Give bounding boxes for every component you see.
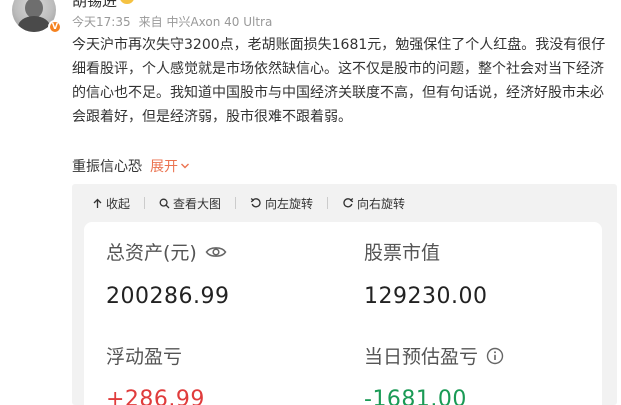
avatar-body (18, 16, 50, 32)
post-source: 来自 中兴Axon 40 Ultra (139, 13, 273, 30)
collapse-icon (93, 198, 102, 208)
image-viewer: 收起 查看大图 向左旋转 向右旋转 总资产(元) 股票市值 200286.99 … (72, 184, 617, 405)
rotate-right-button[interactable]: 向右旋转 (342, 195, 405, 212)
collapse-button[interactable]: 收起 (92, 195, 130, 212)
collapse-label: 收起 (106, 196, 131, 211)
device-name: 中兴Axon 40 Ultra (166, 15, 273, 29)
post-timestamp[interactable]: 今天17:35 (72, 13, 131, 30)
rotate-left-button[interactable]: 向左旋转 (250, 195, 313, 212)
rotate-left-label: 向左旋转 (265, 196, 314, 211)
stock-value-label: 股票市值 (364, 242, 441, 264)
chevron-down-icon (181, 163, 189, 169)
rotate-right-icon (343, 198, 354, 208)
verified-badge-icon: V (48, 20, 62, 34)
info-icon[interactable] (486, 347, 504, 365)
view-large-label: 查看大图 (173, 196, 222, 211)
post-text: 今天沪市再次失守3200点，老胡账面损失1681元，勉强保住了个人红盘。我没有很… (72, 37, 606, 125)
expand-button[interactable]: 展开 (150, 156, 190, 176)
total-assets-label-row: 总资产(元) (106, 238, 227, 265)
member-crown-icon (120, 0, 134, 4)
eye-icon[interactable] (205, 244, 227, 260)
topic-text: 重振信心恐 (72, 159, 142, 175)
toolbar-divider (144, 197, 146, 209)
today-pnl-label-row: 当日预估盈亏 (364, 342, 504, 369)
view-large-button[interactable]: 查看大图 (159, 195, 221, 212)
toolbar-divider (327, 197, 329, 209)
account-summary-card: 总资产(元) 股票市值 200286.99 129230.00 浮动盈亏 当日预… (84, 222, 602, 405)
floating-pnl-label: 浮动盈亏 (106, 346, 183, 368)
total-assets-value: 200286.99 (106, 284, 230, 309)
rotate-right-label: 向右旋转 (357, 196, 406, 211)
stock-value-value: 129230.00 (364, 284, 488, 309)
source-prefix: 来自 (138, 15, 163, 29)
image-toolbar: 收起 查看大图 向左旋转 向右旋转 (72, 184, 405, 222)
toolbar-divider (235, 197, 237, 209)
expand-label: 展开 (150, 159, 178, 175)
floating-pnl-value: +286.99 (106, 387, 205, 405)
today-pnl-label: 当日预估盈亏 (364, 346, 479, 368)
post-topic-line: 重振信心恐 展开 (72, 156, 190, 176)
today-pnl-value: -1681.00 (364, 387, 467, 405)
post-meta: 今天17:35 来自 中兴Axon 40 Ultra (72, 13, 272, 30)
search-icon (159, 198, 170, 208)
username[interactable]: 胡锡进 (72, 0, 117, 11)
rotate-left-icon (250, 198, 261, 208)
total-assets-label: 总资产(元) (106, 242, 197, 264)
